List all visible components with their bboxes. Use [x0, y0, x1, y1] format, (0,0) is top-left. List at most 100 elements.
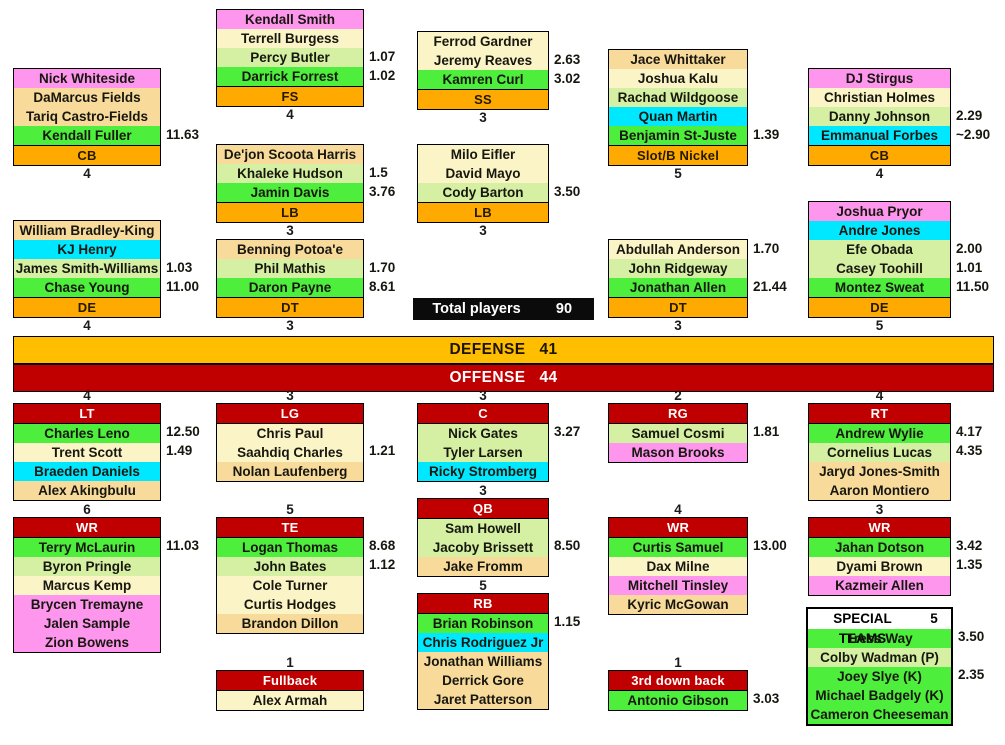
player-row[interactable]: Ricky Stromberg [418, 462, 548, 481]
player-row[interactable]: Chris Rodriguez Jr [418, 633, 548, 652]
position-header[interactable]: DT [609, 297, 747, 317]
position-header[interactable]: CB [14, 145, 160, 165]
position-header[interactable]: FS [217, 86, 363, 106]
player-row[interactable]: David Mayo [418, 164, 548, 183]
position-header[interactable]: WR [809, 518, 950, 538]
player-row[interactable]: Brian Robinson [418, 614, 548, 633]
player-row[interactable]: Ferrod Gardner [418, 32, 548, 51]
player-row[interactable]: Danny Johnson [809, 107, 950, 126]
player-row[interactable]: Terrell Burgess [217, 29, 363, 48]
player-row[interactable]: Saahdiq Charles [217, 443, 363, 462]
player-row[interactable]: Joshua Pryor [809, 202, 950, 221]
player-row[interactable]: Jake Fromm [418, 557, 548, 576]
player-row[interactable]: Daron Payne [217, 278, 363, 297]
player-row[interactable]: Jaret Patterson [418, 690, 548, 709]
position-header[interactable]: DT [217, 297, 363, 317]
player-row[interactable]: Nick Whiteside [14, 69, 160, 88]
position-header[interactable]: RT [809, 404, 950, 424]
player-row[interactable]: James Smith-Williams [14, 259, 160, 278]
player-row[interactable]: Tyler Larsen [418, 443, 548, 462]
player-row[interactable]: Logan Thomas [217, 538, 363, 557]
player-row[interactable]: Sam Howell [418, 519, 548, 538]
player-row[interactable]: Jahan Dotson [809, 538, 950, 557]
player-row[interactable]: Kendall Fuller [14, 126, 160, 145]
position-header[interactable]: RB [418, 594, 548, 614]
player-row[interactable]: Nolan Laufenberg [217, 462, 363, 481]
player-row[interactable]: Jonathan Williams [418, 652, 548, 671]
player-row[interactable]: Charles Leno [14, 424, 160, 443]
player-row[interactable]: Mason Brooks [609, 443, 747, 462]
special-teams-player-row[interactable]: Joey Slye (K) [808, 667, 951, 686]
player-row[interactable]: Jacoby Brissett [418, 538, 548, 557]
player-row[interactable]: Marcus Kemp [14, 576, 160, 595]
player-row[interactable]: Montez Sweat [809, 278, 950, 297]
player-row[interactable]: Benjamin St-Juste [609, 126, 747, 145]
player-row[interactable]: Jalen Sample [14, 614, 160, 633]
player-row[interactable]: Dax Milne [609, 557, 747, 576]
player-row[interactable]: Percy Butler [217, 48, 363, 67]
player-row[interactable]: Cody Barton [418, 183, 548, 202]
player-row[interactable]: Andrew Wylie [809, 424, 950, 443]
position-header[interactable]: Slot/B Nickel [609, 145, 747, 165]
player-row[interactable]: Jace Whittaker [609, 50, 747, 69]
player-row[interactable]: Alex Armah [217, 691, 363, 710]
player-row[interactable]: Nick Gates [418, 424, 548, 443]
player-row[interactable]: Brandon Dillon [217, 614, 363, 633]
player-row[interactable]: Cole Turner [217, 576, 363, 595]
position-header[interactable]: SS [418, 89, 548, 109]
player-row[interactable]: Benning Potoa'e [217, 240, 363, 259]
player-row[interactable]: Curtis Hodges [217, 595, 363, 614]
player-row[interactable]: Aaron Montiero [809, 481, 950, 500]
special-teams-player-row[interactable]: Colby Wadman (P) [808, 648, 951, 667]
player-row[interactable]: Antonio Gibson [609, 691, 747, 710]
position-header[interactable]: LB [418, 202, 548, 222]
player-row[interactable]: Chris Paul [217, 424, 363, 443]
player-row[interactable]: Christian Holmes [809, 88, 950, 107]
player-row[interactable]: William Bradley-King [14, 221, 160, 240]
position-header[interactable]: CB [809, 145, 950, 165]
special-teams-player-row[interactable]: Michael Badgely (K) [808, 686, 951, 705]
player-row[interactable]: Joshua Kalu [609, 69, 747, 88]
player-row[interactable]: Kyric McGowan [609, 595, 747, 614]
player-row[interactable]: Braeden Daniels [14, 462, 160, 481]
player-row[interactable]: Phil Mathis [217, 259, 363, 278]
player-row[interactable]: Kamren Curl [418, 70, 548, 89]
player-row[interactable]: Abdullah Anderson [609, 240, 747, 259]
special-teams-player-row[interactable]: Cameron Cheeseman [808, 705, 951, 724]
player-row[interactable]: Trent Scott [14, 443, 160, 462]
player-row[interactable]: Jeremy Reaves [418, 51, 548, 70]
player-row[interactable]: Brycen Tremayne [14, 595, 160, 614]
player-row[interactable]: Emmanual Forbes [809, 126, 950, 145]
position-header[interactable]: WR [14, 518, 160, 538]
player-row[interactable]: KJ Henry [14, 240, 160, 259]
player-row[interactable]: Cornelius Lucas [809, 443, 950, 462]
player-row[interactable]: DaMarcus Fields [14, 88, 160, 107]
position-header[interactable]: RG [609, 404, 747, 424]
player-row[interactable]: Jonathan Allen [609, 278, 747, 297]
player-row[interactable]: Kazmeir Allen [809, 576, 950, 595]
position-header[interactable]: DE [14, 297, 160, 317]
player-row[interactable]: Chase Young [14, 278, 160, 297]
player-row[interactable]: Derrick Gore [418, 671, 548, 690]
player-row[interactable]: Jamin Davis [217, 183, 363, 202]
player-row[interactable]: Mitchell Tinsley [609, 576, 747, 595]
position-header[interactable]: WR [609, 518, 747, 538]
player-row[interactable]: John Ridgeway [609, 259, 747, 278]
player-row[interactable]: DJ Stirgus [809, 69, 950, 88]
player-row[interactable]: Darrick Forrest [217, 67, 363, 86]
player-row[interactable]: John Bates [217, 557, 363, 576]
position-header[interactable]: QB [418, 499, 548, 519]
player-row[interactable]: Terry McLaurin [14, 538, 160, 557]
player-row[interactable]: De'jon Scoota Harris [217, 145, 363, 164]
player-row[interactable]: Efe Obada [809, 240, 950, 259]
player-row[interactable]: Zion Bowens [14, 633, 160, 652]
player-row[interactable]: Casey Toohill [809, 259, 950, 278]
position-header[interactable]: TE [217, 518, 363, 538]
player-row[interactable]: Khaleke Hudson [217, 164, 363, 183]
position-header[interactable]: C [418, 404, 548, 424]
player-row[interactable]: Samuel Cosmi [609, 424, 747, 443]
position-header[interactable]: LT [14, 404, 160, 424]
player-row[interactable]: Jaryd Jones-Smith [809, 462, 950, 481]
player-row[interactable]: Rachad Wildgoose [609, 88, 747, 107]
position-header[interactable]: 3rd down back [609, 671, 747, 691]
